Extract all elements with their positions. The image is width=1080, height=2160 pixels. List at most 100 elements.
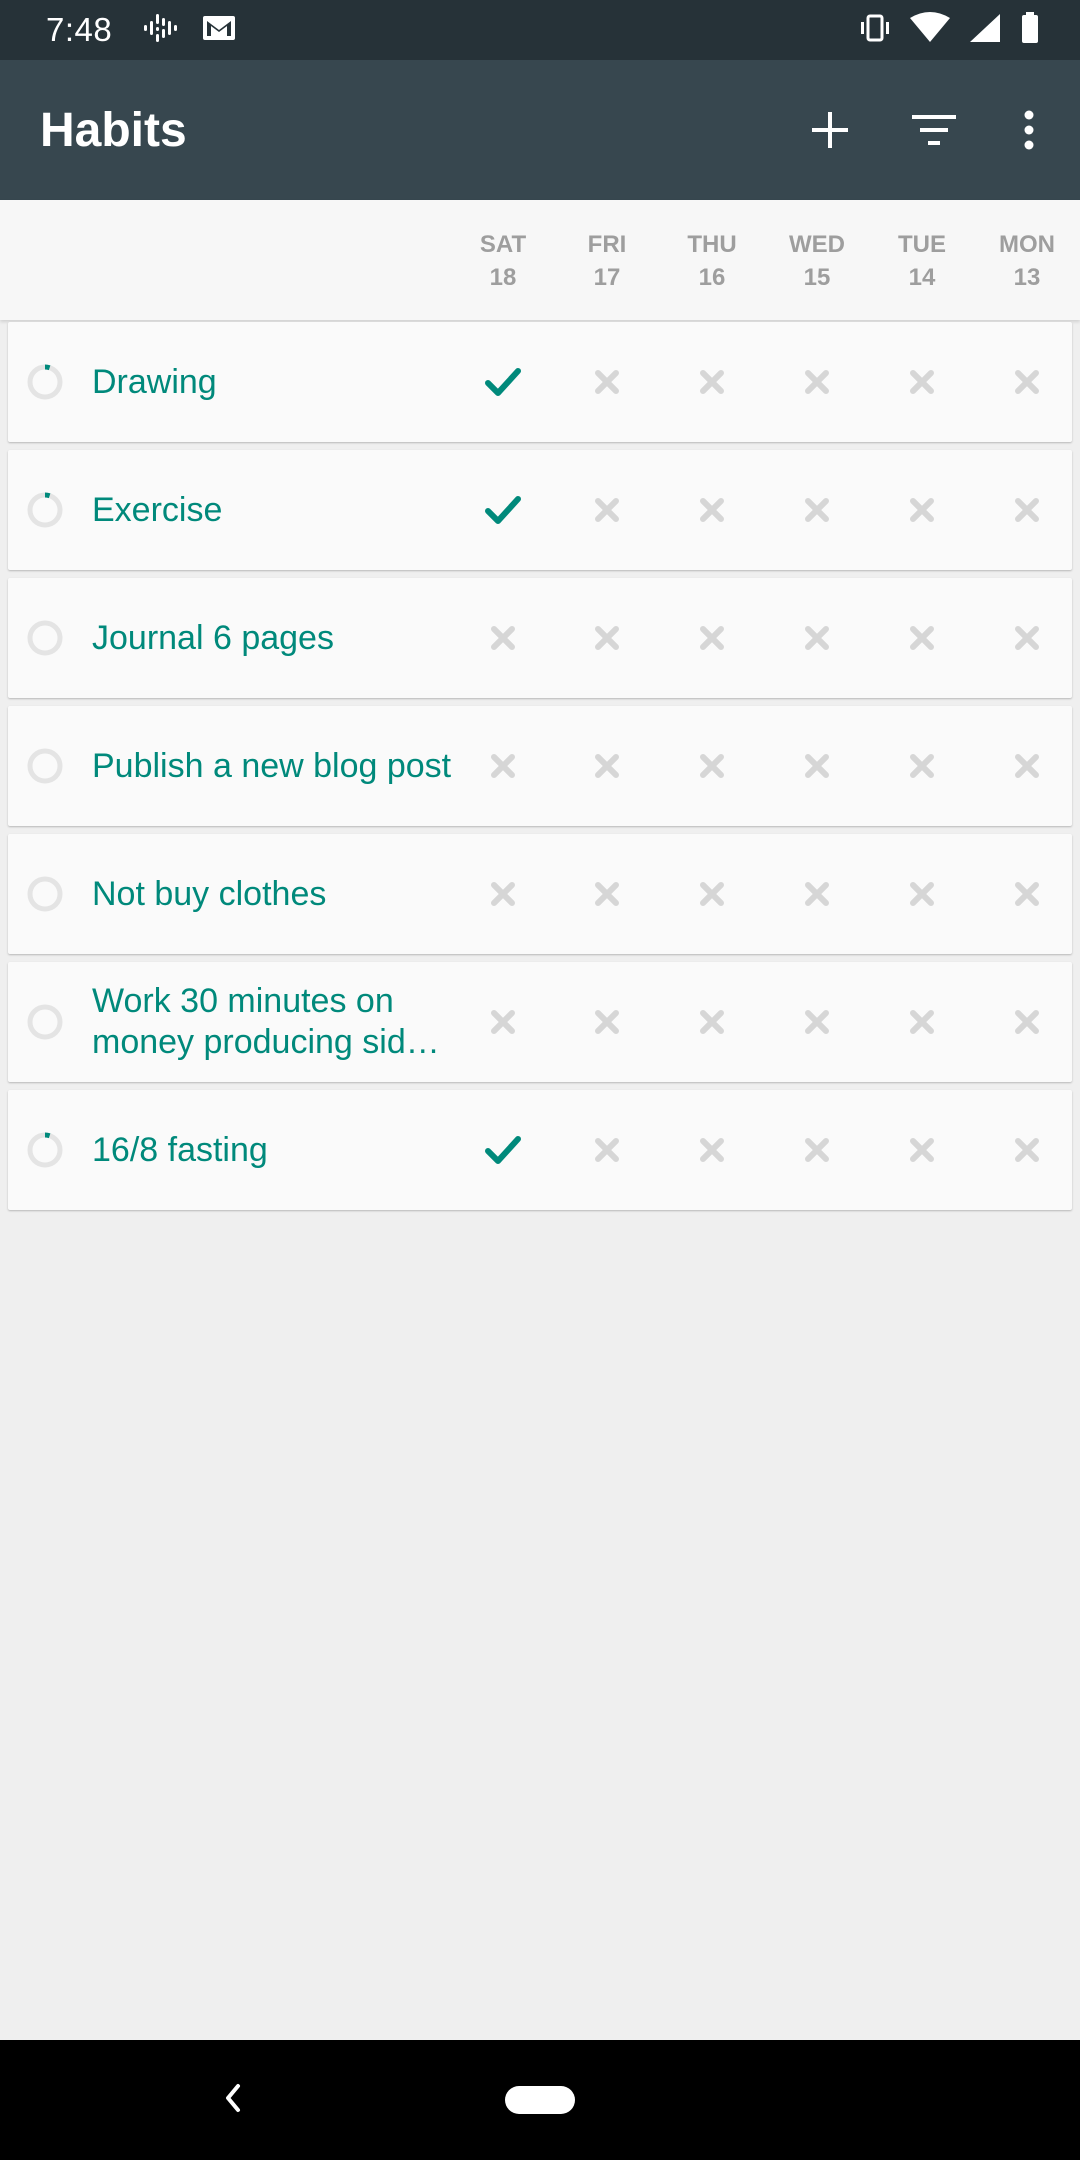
habit-name[interactable]: 16/8 fasting: [92, 1090, 452, 1210]
day-number: 15: [803, 264, 831, 291]
check-toggle-wed[interactable]: [765, 962, 869, 1082]
podcast-icon: [142, 12, 178, 49]
check-toggle-sat[interactable]: [451, 578, 555, 698]
check-toggle-sat[interactable]: [451, 834, 555, 954]
habit-row[interactable]: Not buy clothes: [8, 834, 1072, 954]
check-toggle-thu[interactable]: [660, 706, 764, 826]
cross-icon: [910, 370, 934, 394]
cross-icon: [595, 882, 619, 906]
cross-icon: [910, 1010, 934, 1034]
habit-score-ring-icon: [27, 1132, 63, 1168]
check-toggle-thu[interactable]: [660, 450, 764, 570]
check-toggle-tue[interactable]: [870, 834, 974, 954]
check-toggle-fri[interactable]: [555, 578, 659, 698]
navigation-bar: [0, 2040, 1080, 2160]
check-toggle-thu[interactable]: [660, 962, 764, 1082]
cross-icon: [1015, 1010, 1039, 1034]
check-toggle-fri[interactable]: [555, 834, 659, 954]
cross-icon: [805, 498, 829, 522]
status-bar: 7:48: [0, 0, 1080, 60]
check-toggle-thu[interactable]: [660, 578, 764, 698]
signal-icon: [968, 12, 1002, 49]
habit-name[interactable]: Publish a new blog post: [92, 706, 452, 826]
add-habit-button[interactable]: [778, 60, 882, 200]
day-column-fri: FRI 17: [555, 228, 659, 294]
check-toggle-sat[interactable]: [451, 450, 555, 570]
check-toggle-fri[interactable]: [555, 1090, 659, 1210]
check-toggle-wed[interactable]: [765, 834, 869, 954]
check-toggle-thu[interactable]: [660, 834, 764, 954]
score-ring-track: [27, 364, 63, 400]
habit-row[interactable]: Work 30 minutes on money producing sid…: [8, 962, 1072, 1082]
filter-button[interactable]: [882, 60, 986, 200]
habit-row[interactable]: Exercise: [8, 450, 1072, 570]
cross-icon: [805, 882, 829, 906]
check-toggle-mon[interactable]: [975, 1090, 1079, 1210]
check-toggle-sat[interactable]: [451, 322, 555, 442]
check-toggle-tue[interactable]: [870, 1090, 974, 1210]
check-toggle-wed[interactable]: [765, 706, 869, 826]
cross-icon: [805, 1138, 829, 1162]
cross-icon: [595, 626, 619, 650]
habit-list: Drawing Exercise Journal 6 pages Publish a …: [8, 322, 1072, 1218]
habit-name[interactable]: Drawing: [92, 322, 452, 442]
cross-icon: [910, 498, 934, 522]
wifi-icon: [910, 11, 950, 49]
habit-row[interactable]: Publish a new blog post: [8, 706, 1072, 826]
cross-icon: [700, 1010, 724, 1034]
day-column-mon: MON 13: [975, 228, 1079, 294]
habit-score-ring-icon: [27, 876, 63, 912]
check-toggle-sat[interactable]: [451, 706, 555, 826]
cross-icon: [910, 754, 934, 778]
check-toggle-tue[interactable]: [870, 706, 974, 826]
cross-icon: [491, 882, 515, 906]
habit-row[interactable]: Drawing: [8, 322, 1072, 442]
cross-icon: [1015, 882, 1039, 906]
check-toggle-wed[interactable]: [765, 450, 869, 570]
habit-name[interactable]: Not buy clothes: [92, 834, 452, 954]
check-toggle-mon[interactable]: [975, 706, 1079, 826]
check-icon: [485, 1136, 521, 1164]
check-toggle-wed[interactable]: [765, 578, 869, 698]
day-column-thu: THU 16: [660, 228, 764, 294]
habit-row[interactable]: 16/8 fasting: [8, 1090, 1072, 1210]
check-toggle-fri[interactable]: [555, 706, 659, 826]
check-toggle-mon[interactable]: [975, 962, 1079, 1082]
back-button[interactable]: [222, 2080, 242, 2121]
check-toggle-tue[interactable]: [870, 578, 974, 698]
habit-name[interactable]: Work 30 minutes on money producing sid…: [92, 962, 452, 1082]
check-toggle-mon[interactable]: [975, 578, 1079, 698]
check-toggle-mon[interactable]: [975, 450, 1079, 570]
check-toggle-fri[interactable]: [555, 322, 659, 442]
check-toggle-tue[interactable]: [870, 450, 974, 570]
check-toggle-thu[interactable]: [660, 322, 764, 442]
day-number: 13: [1013, 264, 1041, 291]
habit-name[interactable]: Journal 6 pages: [92, 578, 452, 698]
check-toggle-fri[interactable]: [555, 962, 659, 1082]
gmail-icon: [202, 15, 236, 46]
check-toggle-tue[interactable]: [870, 962, 974, 1082]
cross-icon: [491, 754, 515, 778]
check-toggle-mon[interactable]: [975, 834, 1079, 954]
check-toggle-mon[interactable]: [975, 322, 1079, 442]
habit-name[interactable]: Exercise: [92, 450, 452, 570]
cross-icon: [1015, 498, 1039, 522]
cross-icon: [491, 626, 515, 650]
check-toggle-thu[interactable]: [660, 1090, 764, 1210]
home-button[interactable]: [505, 2086, 575, 2114]
habit-row[interactable]: Journal 6 pages: [8, 578, 1072, 698]
check-toggle-wed[interactable]: [765, 1090, 869, 1210]
check-toggle-tue[interactable]: [870, 322, 974, 442]
check-icon: [485, 496, 521, 524]
cross-icon: [1015, 754, 1039, 778]
app-bar: Habits: [0, 60, 1080, 200]
day-column-sat: SAT 18: [451, 228, 555, 294]
cross-icon: [910, 1138, 934, 1162]
check-toggle-fri[interactable]: [555, 450, 659, 570]
check-toggle-wed[interactable]: [765, 322, 869, 442]
page-title: Habits: [40, 103, 187, 157]
check-toggle-sat[interactable]: [451, 1090, 555, 1210]
more-options-button[interactable]: [986, 60, 1072, 200]
check-toggle-sat[interactable]: [451, 962, 555, 1082]
day-weekday: THU: [687, 231, 737, 258]
